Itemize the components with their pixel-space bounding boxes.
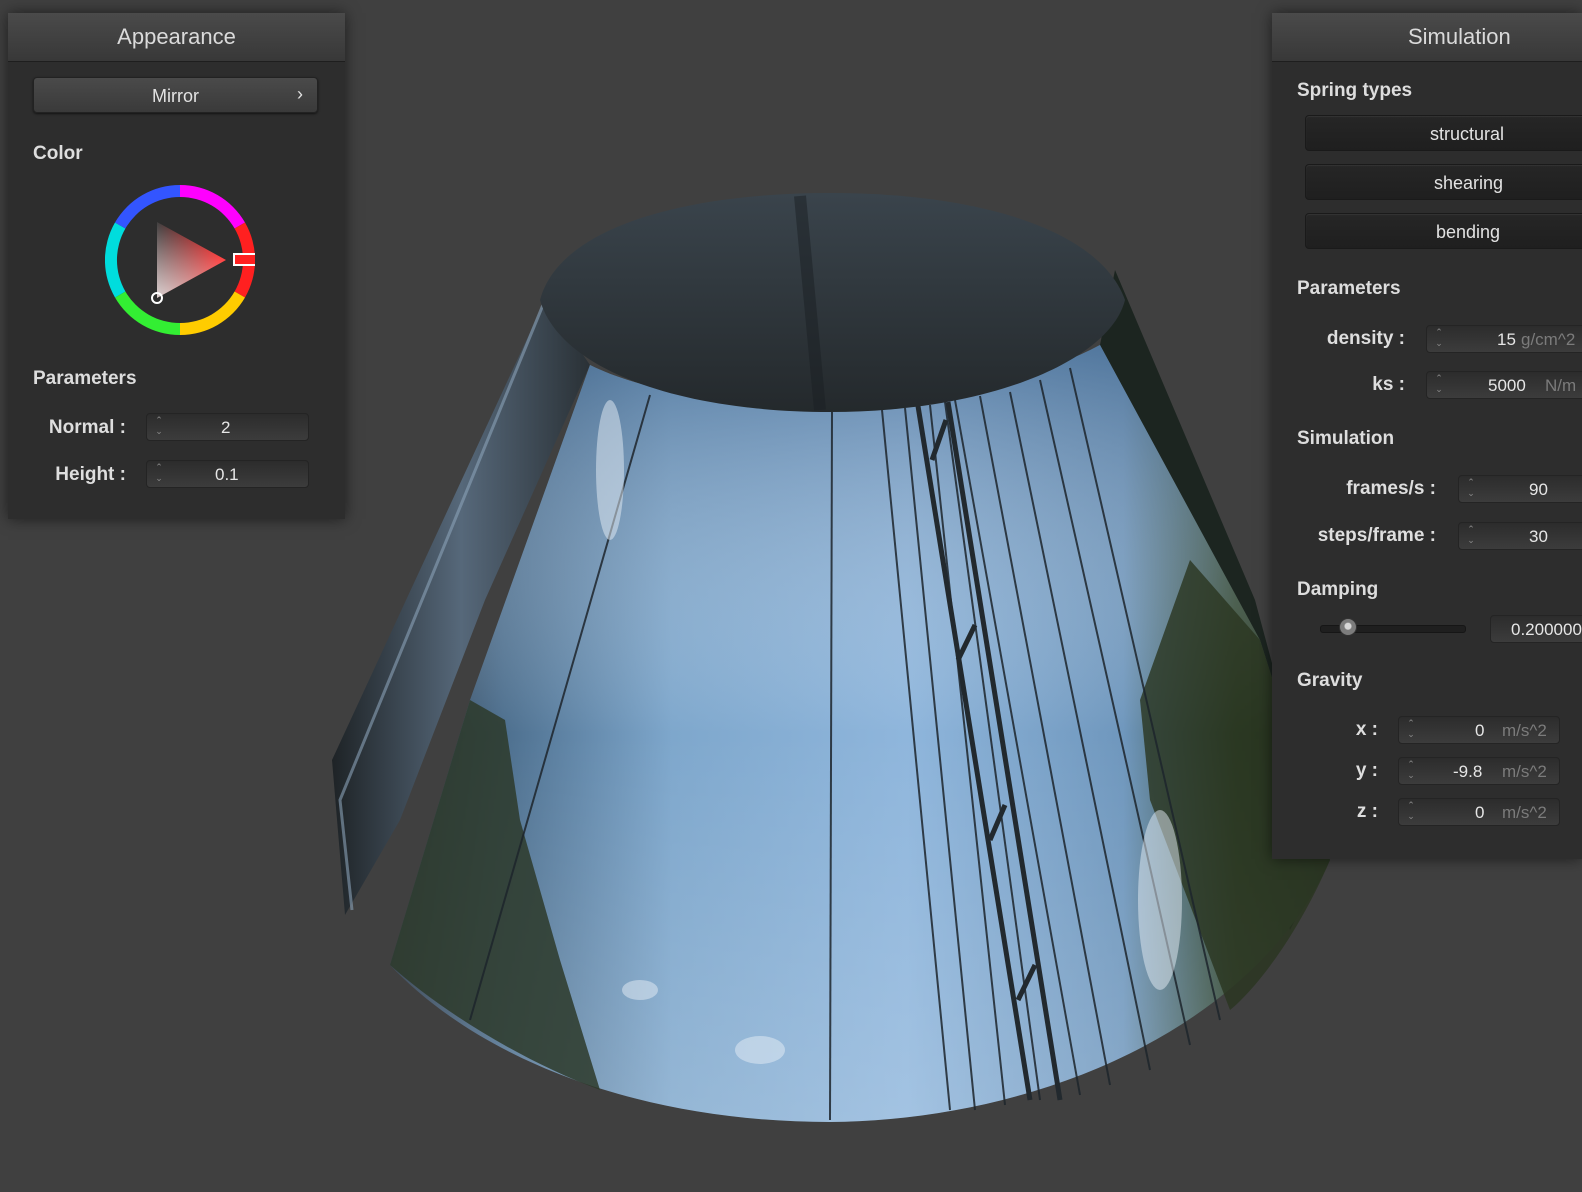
gravity-x-value: 0 — [1475, 721, 1485, 740]
frames-per-second-value: 90 — [1529, 480, 1548, 499]
simulation-panel-title[interactable]: Simulation — [1272, 13, 1582, 62]
shader-select-button[interactable]: Mirror › — [33, 77, 318, 113]
damping-value: 0.200000 — [1511, 620, 1582, 639]
gravity-x-label: x : — [1355, 719, 1378, 740]
simulation-parameters-label: Parameters — [1297, 278, 1401, 299]
damping-slider-handle[interactable] — [1339, 618, 1357, 636]
normal-label: Normal : — [48, 417, 126, 438]
spring-types-label: Spring types — [1297, 80, 1413, 101]
shader-select-label: Mirror — [152, 86, 199, 106]
spin-arrows-icon[interactable]: ⌃ ⌄ — [153, 462, 165, 486]
appearance-panel-title[interactable]: Appearance — [8, 13, 345, 62]
color-wheel-icon — [104, 184, 257, 336]
frames-per-second-spinbox[interactable]: ⌃ ⌄ 90 — [1458, 475, 1582, 503]
spin-arrows-icon[interactable]: ⌃ ⌄ — [153, 415, 165, 439]
normal-spinbox[interactable]: ⌃ ⌄ 2 — [146, 413, 309, 441]
normal-value: 2 — [221, 418, 231, 437]
simulation-panel: Simulation Spring types structural shear… — [1272, 13, 1582, 859]
bending-spring-toggle[interactable]: bending — [1305, 213, 1582, 249]
density-unit: g/cm^2 — [1521, 330, 1576, 349]
gravity-y-unit: m/s^2 — [1502, 762, 1547, 781]
shearing-spring-toggle[interactable]: shearing — [1305, 164, 1582, 200]
gravity-x-unit: m/s^2 — [1502, 721, 1547, 740]
damping-value-box[interactable]: 0.200000 — [1490, 615, 1582, 643]
chevron-right-icon: › — [297, 84, 303, 104]
gravity-z-value: 0 — [1475, 803, 1485, 822]
gravity-z-label: z : — [1356, 801, 1378, 822]
frames-per-second-label: frames/s : — [1346, 478, 1436, 499]
ks-label: ks : — [1372, 374, 1405, 395]
density-label: density : — [1326, 328, 1405, 349]
damping-slider[interactable] — [1320, 618, 1466, 636]
steps-per-frame-spinbox[interactable]: ⌃ ⌄ 30 — [1458, 522, 1582, 550]
simulation-section-label: Simulation — [1297, 428, 1395, 449]
spin-arrows-icon[interactable]: ⌃ ⌄ — [1433, 327, 1445, 351]
ks-unit: N/m — [1545, 376, 1577, 395]
structural-spring-toggle[interactable]: structural — [1305, 115, 1582, 151]
spin-arrows-icon[interactable]: ⌃ ⌄ — [1433, 373, 1445, 397]
spin-arrows-icon[interactable]: ⌃ ⌄ — [1405, 759, 1417, 783]
height-value: 0.1 — [215, 465, 239, 484]
gravity-y-label: y : — [1355, 760, 1378, 781]
steps-per-frame-label: steps/frame : — [1317, 525, 1436, 546]
density-spinbox[interactable]: ⌃ ⌄ 15 g/cm^2 — [1426, 325, 1582, 353]
gravity-y-spinbox[interactable]: ⌃ ⌄ -9.8 m/s^2 — [1398, 757, 1560, 785]
spin-arrows-icon[interactable]: ⌃ ⌄ — [1405, 718, 1417, 742]
gravity-z-unit: m/s^2 — [1502, 803, 1547, 822]
gravity-label: Gravity — [1297, 670, 1363, 691]
gravity-x-spinbox[interactable]: ⌃ ⌄ 0 m/s^2 — [1398, 716, 1560, 744]
height-spinbox[interactable]: ⌃ ⌄ 0.1 — [146, 460, 309, 488]
steps-per-frame-value: 30 — [1529, 527, 1548, 546]
height-label: Height : — [55, 464, 126, 485]
spin-arrows-icon[interactable]: ⌃ ⌄ — [1465, 477, 1477, 501]
damping-label: Damping — [1297, 579, 1379, 600]
ks-spinbox[interactable]: ⌃ ⌄ 5000 N/m — [1426, 371, 1582, 399]
spin-arrows-icon[interactable]: ⌃ ⌄ — [1405, 800, 1417, 824]
appearance-parameters-label: Parameters — [33, 368, 137, 389]
appearance-panel: Appearance Mirror › Color Parameters Nor… — [8, 13, 345, 519]
density-value: 15 — [1497, 330, 1516, 349]
color-wheel-picker[interactable] — [104, 184, 257, 336]
color-section-label: Color — [33, 143, 83, 164]
spin-arrows-icon[interactable]: ⌃ ⌄ — [1465, 524, 1477, 548]
gravity-y-value: -9.8 — [1453, 762, 1483, 781]
gravity-z-spinbox[interactable]: ⌃ ⌄ 0 m/s^2 — [1398, 798, 1560, 826]
ks-value: 5000 — [1488, 376, 1526, 395]
